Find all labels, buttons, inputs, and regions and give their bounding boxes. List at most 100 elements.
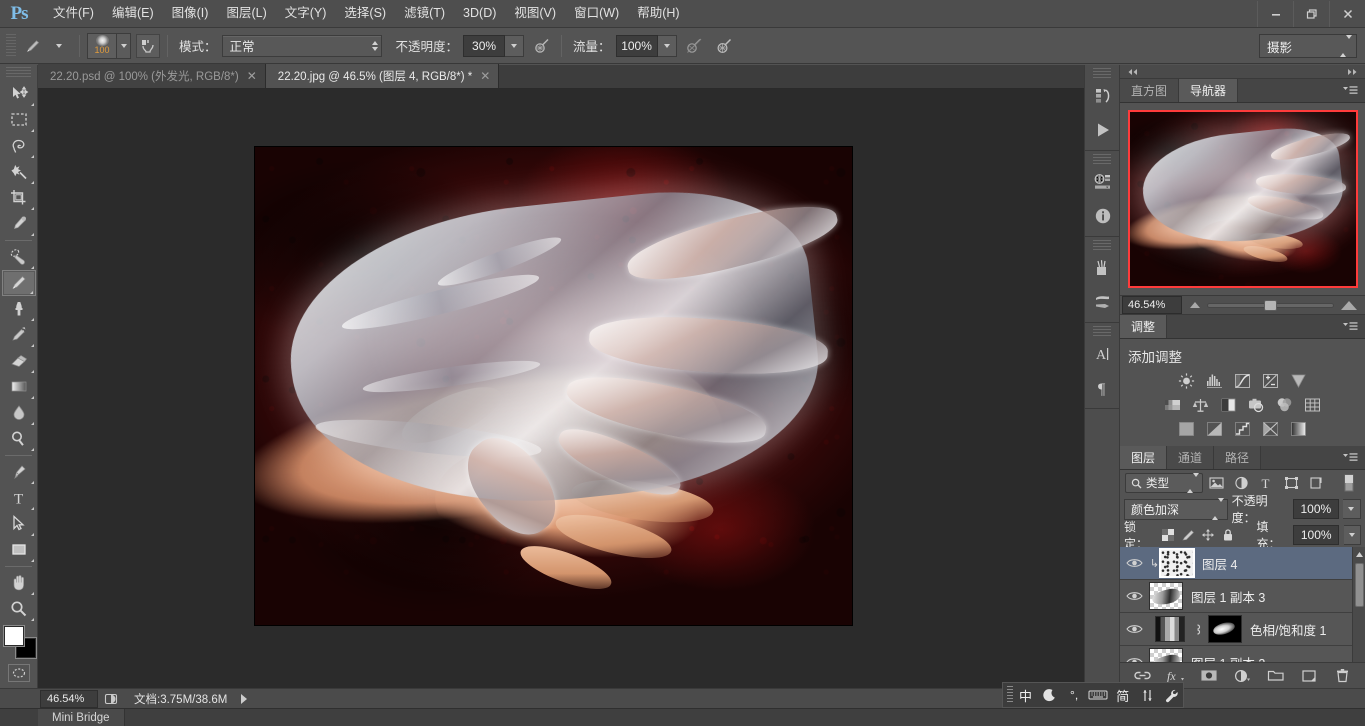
black-white-icon[interactable] (1218, 395, 1239, 414)
options-bar-grip[interactable] (6, 33, 16, 58)
lock-all-icon[interactable] (1221, 526, 1236, 543)
add-mask-button[interactable] (1198, 665, 1220, 687)
layer-visibility-eye-icon[interactable] (1120, 557, 1149, 569)
layer-mask-thumbnail[interactable] (1208, 615, 1242, 643)
lock-transparent-icon[interactable] (1161, 526, 1176, 543)
menu-filter[interactable]: 滤镜(T) (395, 1, 454, 26)
gradient-tool[interactable] (2, 374, 36, 400)
tools-panel-grip[interactable] (6, 67, 31, 79)
status-zoom-field[interactable]: 46.54% (40, 689, 98, 708)
pixel-filter-icon[interactable] (1205, 472, 1228, 494)
canvas-area[interactable] (38, 89, 1085, 688)
layer-blend-mode-select[interactable]: 颜色加深 (1124, 498, 1228, 520)
brush-presets-panel-icon[interactable] (1085, 285, 1121, 319)
brush-preset-dropdown[interactable] (117, 32, 131, 59)
layers-tab-2[interactable]: 路径 (1214, 446, 1262, 469)
layer-fill-input[interactable]: 100% (1293, 524, 1340, 545)
new-group-button[interactable] (1265, 665, 1287, 687)
navigator-thumbnail-area[interactable] (1120, 103, 1365, 295)
exposure-icon[interactable] (1260, 371, 1281, 390)
threshold-icon[interactable] (1232, 419, 1253, 438)
menu-type[interactable]: 文字(Y) (276, 1, 336, 26)
gradient-map-icon[interactable] (1260, 419, 1281, 438)
document-canvas[interactable] (255, 147, 852, 625)
vibrance-icon[interactable] (1288, 371, 1309, 390)
pen-tool[interactable] (2, 459, 36, 485)
paragraph-panel-icon[interactable]: ¶ (1085, 371, 1121, 405)
adjustments-tab-0[interactable]: 调整 (1120, 315, 1168, 338)
magic-wand-tool[interactable] (2, 159, 36, 185)
collapse-panels-icon[interactable] (1126, 65, 1140, 79)
hand-tool[interactable] (2, 570, 36, 596)
crop-tool[interactable] (2, 185, 36, 211)
ime-traditional-toggle-icon[interactable] (1135, 684, 1158, 706)
eyedropper-tool[interactable] (2, 211, 36, 237)
adjustment-layer-thumbnail[interactable] (1155, 616, 1185, 642)
layers-panel-menu-icon[interactable] (1335, 446, 1365, 469)
layer-thumbnail[interactable] (1149, 582, 1183, 610)
layers-tab-0[interactable]: 图层 (1120, 446, 1168, 469)
quick-mask-button[interactable] (7, 664, 30, 682)
layer-row[interactable]: ↳ 图层 4 (1120, 547, 1365, 580)
zoom-out-icon[interactable] (1190, 302, 1200, 308)
rectangular-marquee-tool[interactable] (2, 107, 36, 133)
adjustments-panel-menu-icon[interactable] (1335, 315, 1365, 338)
brush-preset-picker[interactable]: 100 (87, 32, 117, 59)
healing-brush-tool[interactable] (2, 244, 36, 270)
zoom-slider-track[interactable] (1207, 299, 1334, 311)
ime-language-bar[interactable]: 中 °, 简 (1002, 682, 1184, 708)
lock-position-icon[interactable] (1201, 526, 1216, 543)
layer-opacity-dropdown[interactable] (1342, 499, 1361, 519)
color-balance-icon[interactable] (1190, 395, 1211, 414)
menu-select[interactable]: 选择(S) (335, 1, 395, 26)
blend-mode-select[interactable]: 正常 (221, 34, 382, 57)
brush-tool[interactable] (2, 270, 36, 296)
layers-tab-1[interactable]: 通道 (1167, 446, 1215, 469)
brightness-contrast-icon[interactable] (1176, 371, 1197, 390)
minimize-button[interactable] (1257, 1, 1293, 27)
menu-file[interactable]: 文件(F) (44, 1, 103, 26)
history-brush-tool[interactable] (2, 322, 36, 348)
layer-mask-link-icon[interactable] (1191, 623, 1204, 636)
photo-filter-icon[interactable] (1246, 395, 1267, 414)
navigator-tab-1[interactable]: 导航器 (1179, 79, 1239, 102)
menu-edit[interactable]: 编辑(E) (103, 1, 163, 26)
flow-input[interactable]: 100% (615, 34, 658, 57)
ime-language-icon[interactable]: 中 (1014, 684, 1037, 706)
layer-filter-type-select[interactable]: 类型 (1125, 473, 1203, 493)
close-tab-icon[interactable]: ✕ (247, 70, 257, 82)
status-info-expand-icon[interactable] (241, 693, 248, 704)
airbrush-button[interactable] (713, 34, 737, 58)
opacity-dropdown[interactable] (505, 34, 525, 57)
navigator-thumbnail[interactable] (1127, 110, 1358, 288)
info-panel-icon[interactable] (1085, 199, 1121, 233)
close-tab-icon[interactable]: ✕ (480, 70, 490, 82)
layers-scrollbar-thumb[interactable] (1355, 563, 1364, 607)
layer-opacity-input[interactable]: 100% (1292, 499, 1339, 519)
flow-pressure-icon[interactable] (683, 34, 707, 58)
status-proof-icon[interactable] (98, 690, 124, 708)
dock-grip-1[interactable] (1093, 68, 1111, 78)
navigator-tab-0[interactable]: 直方图 (1120, 79, 1180, 102)
navigator-panel-menu-icon[interactable] (1335, 79, 1365, 102)
lasso-tool[interactable] (2, 133, 36, 159)
move-tool[interactable] (2, 81, 36, 107)
ime-settings-icon[interactable] (1160, 684, 1183, 706)
curves-icon[interactable] (1232, 371, 1253, 390)
flow-dropdown[interactable] (657, 34, 677, 57)
workspace-switcher[interactable]: 摄影 (1259, 34, 1357, 58)
opacity-pressure-icon[interactable] (530, 34, 554, 58)
mini-bridge-panel-icon[interactable] (1085, 165, 1121, 199)
tool-preset-picker-arrow[interactable] (46, 34, 72, 58)
close-button[interactable] (1329, 1, 1365, 27)
type-tool[interactable]: T (2, 485, 36, 511)
scroll-up-arrow-icon[interactable] (1353, 547, 1365, 561)
opacity-input[interactable]: 30% (463, 34, 506, 57)
menu-window[interactable]: 窗口(W) (565, 1, 628, 26)
navigator-zoom-slider[interactable] (1182, 299, 1365, 311)
layer-fill-dropdown[interactable] (1344, 524, 1362, 545)
layer-row[interactable]: 色相/饱和度 1 (1120, 613, 1365, 646)
levels-icon[interactable] (1204, 371, 1225, 390)
menu-help[interactable]: 帮助(H) (628, 1, 688, 26)
ime-simplified-icon[interactable]: 简 (1111, 684, 1134, 706)
